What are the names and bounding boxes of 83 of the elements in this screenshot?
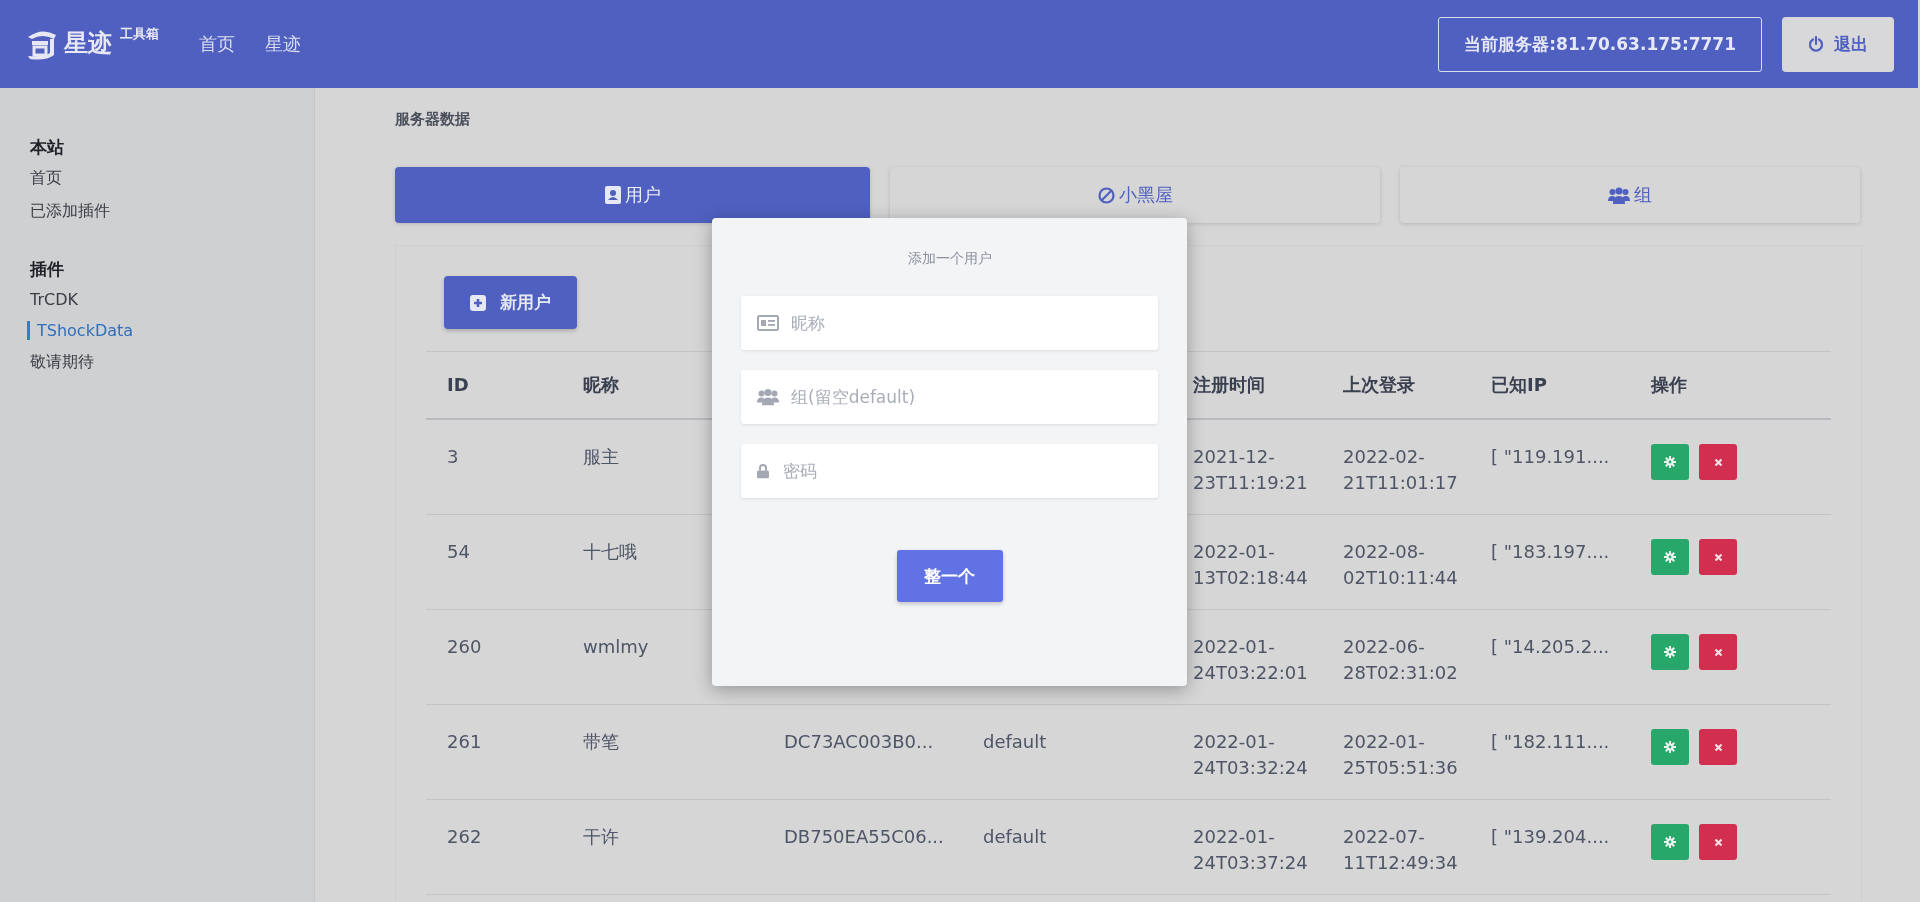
gear-icon [1664,456,1676,468]
submit-button[interactable]: 整一个 [896,550,1003,602]
nav-link[interactable]: 星迹 [265,32,301,56]
sidebar-heading: 本站 [30,136,65,159]
power-icon [1808,36,1824,52]
settings-button[interactable] [1651,539,1689,575]
column-header: 昵称 [583,373,620,397]
column-header: 注册时间 [1193,373,1266,397]
close-icon [1713,837,1723,847]
table-cell-text: [ "183.197.... [1491,540,1611,564]
close-icon [1713,647,1723,657]
table-cell-text: [ "14.205.2... [1491,635,1611,659]
sidebar-item[interactable]: 已添加插件 [27,201,314,222]
close-icon [1713,457,1723,467]
table-cell-text: 261 [447,730,483,754]
table-cell-text: [ "139.204.... [1491,825,1611,849]
users-icon [1608,186,1630,204]
column-header: 已知IP [1491,373,1548,397]
sidebar-item[interactable]: 敬请期待 [27,352,314,373]
settings-button[interactable] [1651,444,1689,480]
sidebar-heading: 插件 [30,258,65,281]
dialog-title: 添加一个用户 [906,250,993,268]
column-header: 上次登录 [1343,373,1416,397]
table-cell-text: 2022-01-24T03:22:01 [1193,635,1309,685]
table-cell-text: 服主 [583,445,620,469]
sidebar-item[interactable]: 首页 [27,168,314,189]
table-cell-text: 十七哦 [583,540,638,564]
plus-square-icon [470,294,486,311]
page-title: 服务器数据 [395,110,471,129]
settings-button[interactable] [1651,729,1689,765]
table-cell-text: default [983,825,1048,849]
sidebar-item[interactable]: TrCDK [27,290,314,309]
delete-button[interactable] [1699,824,1737,860]
sidebar-item[interactable]: TShockData [27,321,314,340]
input-field[interactable]: 昵称 [741,296,1158,350]
close-icon [1713,552,1723,562]
server-label: 当前服务器:81.70.63.175:7771 [1438,16,1762,72]
tab[interactable]: 小黑屋 [890,167,1380,223]
delete-button[interactable] [1699,729,1737,765]
table-cell-text: default [983,730,1048,754]
gear-icon [1664,646,1676,658]
gear-icon [1664,836,1676,848]
logo-subtitle: 工具箱 [120,25,159,43]
table-cell-text: 260 [447,635,483,659]
table-cell-text: DC73AC003B0... [784,730,935,754]
table-cell-text: 2022-01-24T03:37:24 [1193,825,1309,875]
gear-icon [1664,741,1676,753]
table-cell-text: 2022-06-28T02:31:02 [1343,635,1459,685]
settings-button[interactable] [1651,824,1689,860]
tab[interactable]: 用户 [395,167,870,223]
table-cell-text: DB750EA55C06... [784,825,945,849]
table-cell-text: 2022-01-24T03:32:24 [1193,730,1309,780]
column-header: 操作 [1651,373,1688,397]
gear-icon [1664,551,1676,563]
contact-card-icon [604,186,621,204]
table-cell-text: 2022-02-21T11:01:17 [1343,445,1459,495]
table-cell-text: [ "182.111.... [1491,730,1611,754]
table-cell-text: 2022-01-25T05:51:36 [1343,730,1459,780]
close-icon [1713,742,1723,752]
nav-link[interactable]: 首页 [199,32,235,56]
table-cell-text: wmlmy [583,635,650,659]
tab[interactable]: 组 [1400,167,1860,223]
logo-text: 星迹 [64,28,112,59]
table-cell-text: 干许 [583,825,620,849]
table-cell-text: 2022-01-13T02:18:44 [1193,540,1309,590]
input-field[interactable]: 密码 [741,444,1158,498]
settings-button[interactable] [1651,634,1689,670]
logout-button[interactable]: 退出 [1782,16,1894,72]
table-cell-text: 2022-08-02T10:11:44 [1343,540,1459,590]
table-cell-text: 带笔 [583,730,620,754]
table-cell-text: [ "119.191.... [1491,445,1611,469]
table-cell-text: 3 [447,445,460,469]
table-cell-text: 2022-07-11T12:49:34 [1343,825,1459,875]
table-cell-text: 262 [447,825,483,849]
delete-button[interactable] [1699,444,1737,480]
ban-icon [1097,186,1115,204]
delete-button[interactable] [1699,539,1737,575]
table-cell-text: 2021-12-23T11:19:21 [1193,445,1309,495]
new-user-button[interactable]: 新用户 [444,276,577,329]
column-header: ID [447,373,470,397]
table-cell-text: 54 [447,540,471,564]
delete-button[interactable] [1699,634,1737,670]
input-field[interactable]: 组(留空default) [741,370,1158,424]
